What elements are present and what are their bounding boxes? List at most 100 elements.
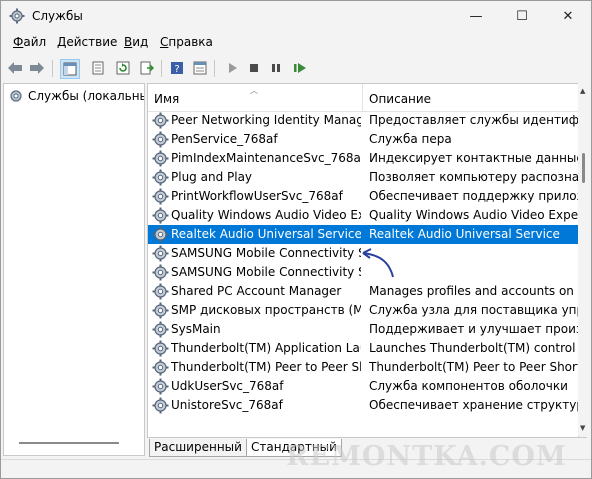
service-name: Thunderbolt(TM) Application Lau... <box>171 341 361 355</box>
service-name: SMP дисковых пространств (Ма... <box>171 303 361 317</box>
toolbar-separator <box>161 60 162 77</box>
title-bar[interactable]: Службы — ☐ ✕ <box>1 1 591 31</box>
export-list-button[interactable] <box>138 59 156 77</box>
service-gear-icon <box>152 397 169 414</box>
table-row[interactable]: PrintWorkflowUserSvc_768af Обеспечивает п… <box>148 187 578 206</box>
service-description: Thunderbolt(TM) Peer to Peer Shortcut <box>369 360 578 374</box>
menu-help[interactable]: Справка <box>160 35 213 49</box>
console-tree-pane[interactable]: Службы (локальные <box>3 83 145 456</box>
menu-file[interactable]: Файл <box>13 35 46 49</box>
service-gear-icon <box>152 150 169 167</box>
view-button[interactable] <box>191 59 209 77</box>
service-description: Обеспечивает поддержку приложений <box>369 189 578 203</box>
service-name: Quality Windows Audio Video Exp... <box>171 208 361 222</box>
table-row[interactable]: SMP дисковых пространств (Ма... Служба уз… <box>148 301 578 320</box>
table-row[interactable]: PimIndexMaintenanceSvc_768af Индексирует … <box>148 149 578 168</box>
scroll-down-icon[interactable]: ▼ <box>580 424 585 432</box>
service-gear-icon <box>152 207 169 224</box>
service-description: Позволяет компьютеру распознавать <box>369 170 578 184</box>
svg-text:?: ? <box>174 64 179 75</box>
column-header-description[interactable]: Описание <box>369 92 431 106</box>
table-row[interactable]: PenService_768af Служба пера <box>148 130 578 149</box>
service-description: Индексирует контактные данные для <box>369 151 578 165</box>
start-service-button[interactable] <box>223 59 241 77</box>
vertical-scrollbar[interactable]: ▲ ▼ <box>578 83 590 436</box>
back-button[interactable] <box>6 59 24 77</box>
close-icon: ✕ <box>562 8 574 24</box>
toolbar: ? <box>1 54 591 82</box>
pause-service-icon <box>272 64 280 72</box>
service-gear-icon <box>152 169 169 186</box>
export-list-icon <box>140 61 154 75</box>
service-description: Обеспечивает хранение структуриро <box>369 398 578 412</box>
service-name: Shared PC Account Manager <box>171 284 342 298</box>
service-name: Peer Networking Identity Manager <box>171 113 361 127</box>
table-row[interactable]: Plug and Play Позволяет компьютеру распоз… <box>148 168 578 187</box>
service-gear-icon <box>152 264 169 281</box>
tree-item-services-local[interactable]: Службы (локальные <box>8 88 144 104</box>
table-row[interactable]: Quality Windows Audio Video Exp... Qualit… <box>148 206 578 225</box>
forward-arrow-icon <box>30 62 44 74</box>
table-row[interactable]: Thunderbolt(TM) Application Lau... Launch… <box>148 339 578 358</box>
refresh-icon <box>116 61 130 75</box>
service-description: Launches Thunderbolt(TM) control app <box>369 341 578 355</box>
table-row[interactable]: UdkUserSvc_768af Служба компонентов оболо… <box>148 377 578 396</box>
view-icon <box>193 61 207 75</box>
console-tree-button[interactable] <box>60 59 80 79</box>
service-name: UnistoreSvc_768af <box>171 398 283 412</box>
service-description: Realtek Audio Universal Service <box>369 227 560 241</box>
service-description: Служба компонентов оболочки <box>369 379 568 393</box>
watermark: REMONTKA.COM <box>286 441 567 472</box>
service-name: Thunderbolt(TM) Peer to Peer Sho... <box>171 360 361 374</box>
service-name: Plug and Play <box>171 170 253 184</box>
stop-service-icon <box>250 64 258 72</box>
service-gear-icon <box>152 359 169 376</box>
start-service-icon <box>229 63 237 73</box>
maximize-icon: ☐ <box>516 8 528 24</box>
forward-button[interactable] <box>28 59 46 77</box>
service-name: UdkUserSvc_768af <box>171 379 284 393</box>
pause-service-button[interactable] <box>267 59 285 77</box>
menu-bar: Файл Действие Вид Справка <box>1 31 591 53</box>
scrollbar-thumb[interactable] <box>582 153 585 183</box>
toolbar-separator <box>214 60 215 77</box>
table-row[interactable]: UnistoreSvc_768af Обеспечивает хранение с… <box>148 396 578 415</box>
service-gear-icon <box>152 321 169 338</box>
table-row[interactable]: Thunderbolt(TM) Peer to Peer Sho... Thund… <box>148 358 578 377</box>
back-arrow-icon <box>8 62 22 74</box>
column-header-name[interactable]: Имя <box>154 92 179 106</box>
menu-action[interactable]: Действие <box>57 35 117 49</box>
service-description: Quality Windows Audio Video Experience <box>369 208 578 222</box>
help-icon: ? <box>171 62 183 75</box>
close-button[interactable]: ✕ <box>545 1 591 31</box>
service-description: Поддерживает и улучшает производ <box>369 322 578 336</box>
tree-horizontal-scrollbar[interactable] <box>19 442 119 444</box>
service-description: Предоставляет службы идентификации <box>369 113 578 127</box>
scroll-up-icon[interactable]: ▲ <box>580 87 585 95</box>
stop-service-button[interactable] <box>245 59 263 77</box>
restart-service-icon <box>294 63 306 73</box>
annotation-arrow-icon <box>362 248 394 278</box>
toolbar-separator <box>52 60 53 77</box>
table-row[interactable]: Shared PC Account Manager Manages profile… <box>148 282 578 301</box>
menu-view[interactable]: Вид <box>124 35 148 49</box>
table-row[interactable]: Peer Networking Identity Manager Предоста… <box>148 111 578 130</box>
properties-button[interactable] <box>89 59 107 77</box>
services-window: Службы — ☐ ✕ Файл Действие Вид Справка ?… <box>0 0 592 479</box>
maximize-button[interactable]: ☐ <box>499 1 545 31</box>
window-title: Службы <box>32 9 83 23</box>
service-gear-icon <box>152 226 169 243</box>
minimize-button[interactable]: — <box>453 1 499 31</box>
help-button[interactable]: ? <box>168 59 186 77</box>
restart-service-button[interactable] <box>291 59 309 77</box>
refresh-button[interactable] <box>114 59 132 77</box>
service-name: PenService_768af <box>171 132 278 146</box>
service-gear-icon <box>152 378 169 395</box>
service-description: Служба узла для поставщика управл <box>369 303 578 317</box>
service-gear-icon <box>152 283 169 300</box>
minimize-icon: — <box>469 8 483 24</box>
tab-extended[interactable]: Расширенный <box>149 439 247 457</box>
column-divider[interactable] <box>362 84 363 111</box>
table-row[interactable]: SysMain Поддерживает и улучшает производ <box>148 320 578 339</box>
service-gear-icon <box>152 188 169 205</box>
